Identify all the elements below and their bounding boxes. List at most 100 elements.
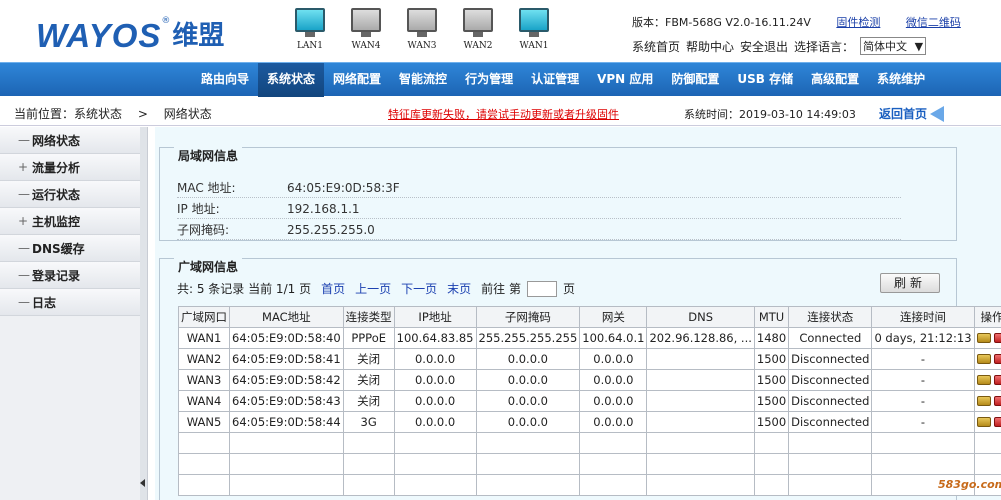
disconnect-icon[interactable] bbox=[993, 375, 1001, 385]
sidebar-item-5[interactable]: — 登录记录 bbox=[0, 262, 147, 289]
table-cell: Disconnected bbox=[788, 390, 873, 412]
nav-item-1[interactable]: 系统状态 bbox=[258, 63, 325, 97]
column-header: MAC地址 bbox=[229, 306, 344, 328]
table-cell bbox=[579, 432, 648, 454]
expand-icon: + bbox=[18, 214, 29, 228]
sidebar-item-3[interactable]: + 主机监控 bbox=[0, 208, 147, 235]
disconnect-icon[interactable] bbox=[993, 417, 1001, 427]
help-center-link[interactable]: 帮助中心 bbox=[686, 38, 734, 55]
disconnect-icon[interactable] bbox=[993, 396, 1001, 406]
page-number-input[interactable] bbox=[526, 280, 557, 297]
monitor-icon bbox=[295, 8, 325, 37]
monitor-icon bbox=[519, 8, 549, 37]
update-warning-link[interactable]: 特征库更新失败，请尝试手动更新或者升级固件 bbox=[388, 106, 619, 122]
collapse-arrow-icon[interactable] bbox=[140, 479, 145, 487]
nav-item-5[interactable]: 认证管理 bbox=[522, 63, 588, 97]
logo-cn-text: 维盟 bbox=[172, 21, 225, 51]
sidebar-item-0[interactable]: — 网络状态 bbox=[0, 127, 147, 154]
table-cell: WAN1 bbox=[178, 327, 230, 349]
wan-info-panel: 广域网信息 共: 5 条记录 当前 1/1 页 首页 上一页 下一页 末页 前往… bbox=[159, 258, 1001, 500]
firmware-check-link[interactable]: 固件检测 bbox=[836, 16, 880, 29]
monitor-icon bbox=[351, 8, 381, 37]
actions bbox=[976, 375, 1001, 385]
table-cell bbox=[871, 453, 975, 475]
table-cell bbox=[753, 432, 790, 454]
table-cell: WAN5 bbox=[178, 411, 230, 433]
system-home-link[interactable]: 系统首页 bbox=[632, 38, 680, 55]
language-select[interactable]: 简体中文 ▼ bbox=[860, 37, 927, 55]
port-lan1[interactable]: LAN1 bbox=[282, 8, 338, 51]
connect-icon[interactable] bbox=[976, 417, 991, 427]
connect-icon[interactable] bbox=[976, 375, 991, 385]
prev-page-link[interactable]: 上一页 bbox=[355, 280, 391, 297]
expand-icon: + bbox=[18, 160, 29, 174]
sidebar-item-label: 日志 bbox=[32, 295, 57, 310]
table-cell bbox=[229, 474, 344, 496]
table-cell bbox=[178, 474, 230, 496]
table-cell: 0.0.0.0 bbox=[475, 369, 581, 391]
nav-item-9[interactable]: 高级配置 bbox=[802, 63, 868, 97]
last-page-link[interactable]: 末页 bbox=[447, 280, 471, 297]
table-cell bbox=[788, 453, 873, 475]
table-cell: 1500 bbox=[753, 348, 790, 370]
port-wan2[interactable]: WAN2 bbox=[450, 8, 506, 51]
actions-cell bbox=[973, 348, 1001, 370]
port-wan4[interactable]: WAN4 bbox=[338, 8, 394, 51]
pagination: 共: 5 条记录 当前 1/1 页 首页 上一页 下一页 末页 前往 第 页 bbox=[177, 280, 575, 297]
table-cell bbox=[342, 474, 395, 496]
table-cell: 255.255.255.255 bbox=[475, 327, 581, 349]
table-cell: PPPoE bbox=[342, 327, 395, 349]
table-cell bbox=[342, 453, 395, 475]
column-header: 广域网口 bbox=[178, 306, 230, 328]
lan-info-key: IP 地址: bbox=[177, 202, 220, 216]
disconnect-icon[interactable] bbox=[993, 333, 1001, 343]
nav-item-7[interactable]: 防御配置 bbox=[662, 63, 728, 97]
table-cell bbox=[579, 474, 648, 496]
sidebar-scrollbar[interactable] bbox=[140, 127, 147, 500]
nav-item-10[interactable]: 系统维护 bbox=[868, 63, 934, 97]
nav-item-6[interactable]: VPN 应用 bbox=[588, 63, 662, 97]
wechat-qr-link[interactable]: 微信二维码 bbox=[906, 16, 961, 29]
table-cell: - bbox=[871, 390, 975, 412]
nav-item-4[interactable]: 行为管理 bbox=[456, 63, 522, 97]
lan-info-panel: 局域网信息 MAC 地址: 64:05:E9:0D:58:3F IP 地址: 192.… bbox=[159, 147, 957, 241]
lan-info-row: 子网掩码: 255.255.255.0 bbox=[177, 220, 901, 240]
sidebar-item-1[interactable]: + 流量分析 bbox=[0, 154, 147, 181]
sidebar-item-2[interactable]: — 运行状态 bbox=[0, 181, 147, 208]
table-row-empty bbox=[178, 432, 1001, 454]
lan-info-row: MAC 地址: 64:05:E9:0D:58:3F bbox=[177, 178, 901, 198]
sidebar-item-6[interactable]: — 日志 bbox=[0, 289, 147, 316]
connect-icon[interactable] bbox=[976, 396, 991, 406]
nav-item-0[interactable]: 路由向导 bbox=[192, 63, 258, 97]
back-home-button[interactable]: 返回首页 bbox=[879, 105, 945, 122]
logo-text: WAYOS bbox=[36, 17, 162, 54]
logout-link[interactable]: 安全退出 bbox=[740, 38, 788, 55]
refresh-button[interactable]: 刷新 bbox=[880, 273, 940, 293]
first-page-link[interactable]: 首页 bbox=[321, 280, 345, 297]
connect-icon[interactable] bbox=[976, 354, 991, 364]
version-text: 版本：FBM-568G V2.0-16.11.24V bbox=[632, 16, 811, 29]
table-cell bbox=[753, 474, 790, 496]
nav-item-3[interactable]: 智能流控 bbox=[390, 63, 456, 97]
disconnect-icon[interactable] bbox=[993, 354, 1001, 364]
column-header: 操作 bbox=[973, 306, 1001, 328]
next-page-link[interactable]: 下一页 bbox=[401, 280, 437, 297]
table-cell: - bbox=[871, 348, 975, 370]
table-row: WAN1 64:05:E9:0D:58:40 PPPoE 100.64.83.85 25… bbox=[178, 327, 1001, 349]
nav-item-8[interactable]: USB 存储 bbox=[728, 63, 802, 97]
wan-table-header: 广域网口MAC地址连接类型IP地址子网掩码网关DNSMTU连接状态连接时间操作 bbox=[178, 306, 1001, 328]
nav-item-2[interactable]: 网络配置 bbox=[324, 63, 390, 97]
port-wan3[interactable]: WAN3 bbox=[394, 8, 450, 51]
table-cell: 1500 bbox=[753, 369, 790, 391]
sidebar-item-4[interactable]: — DNS缓存 bbox=[0, 235, 147, 262]
actions-cell bbox=[973, 369, 1001, 391]
table-cell: WAN4 bbox=[178, 390, 230, 412]
collapse-icon: — bbox=[18, 241, 30, 255]
table-cell bbox=[229, 432, 344, 454]
connect-icon[interactable] bbox=[976, 333, 991, 343]
table-cell: 64:05:E9:0D:58:43 bbox=[229, 390, 344, 412]
port-wan1[interactable]: WAN1 bbox=[506, 8, 562, 51]
wayos-logo[interactable]: WAYOS ® 维盟 bbox=[36, 14, 224, 54]
table-cell: Disconnected bbox=[788, 411, 873, 433]
actions bbox=[976, 333, 1001, 343]
